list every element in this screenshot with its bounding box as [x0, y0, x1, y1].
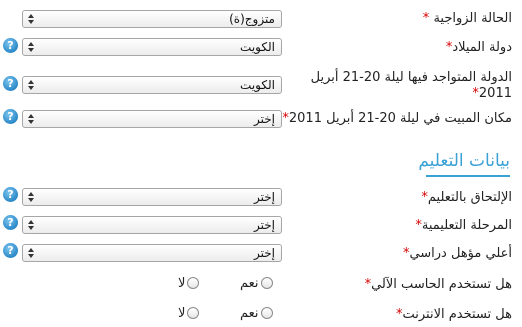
- uses-internet-label: هل تستخدم الانترنت*: [396, 307, 512, 322]
- select-value: إختر: [254, 190, 275, 204]
- overnight-location-select[interactable]: إختر: [22, 110, 282, 128]
- country-on-night-select[interactable]: الكويت: [22, 76, 282, 94]
- overnight-location-label: مكان المبيت في ليلة 20-21 أبريل 2011*: [282, 111, 512, 126]
- help-icon[interactable]: ?: [3, 215, 18, 230]
- select-value: متزوج(ة): [229, 12, 275, 26]
- radio-no[interactable]: لا: [178, 306, 200, 322]
- help-icon[interactable]: ?: [3, 243, 18, 258]
- select-arrows-icon: [28, 114, 34, 124]
- marital-status-select[interactable]: متزوج(ة): [22, 10, 282, 28]
- radio-button[interactable]: [260, 277, 273, 289]
- birth-country-select[interactable]: الكويت: [22, 38, 282, 56]
- select-arrows-icon: [28, 220, 34, 230]
- education-stage-label: المرحلة التعليمية*: [415, 218, 512, 233]
- radio-yes[interactable]: نعم: [240, 276, 273, 292]
- select-value: إختر: [254, 112, 275, 126]
- help-icon[interactable]: ?: [3, 38, 18, 53]
- select-arrows-icon: [28, 80, 34, 90]
- birth-country-label: دولة الميلاد*: [445, 40, 512, 55]
- help-icon[interactable]: ?: [3, 76, 18, 91]
- select-value: الكويت: [240, 40, 275, 54]
- required-mark: *: [422, 11, 430, 26]
- enrollment-select[interactable]: إختر: [22, 188, 282, 206]
- help-icon[interactable]: ?: [3, 109, 18, 124]
- select-value: الكويت: [240, 78, 275, 92]
- highest-qualification-label: أعلي مؤهل دراسي*: [402, 246, 512, 261]
- select-value: إختر: [254, 246, 275, 260]
- highest-qualification-select[interactable]: إختر: [22, 244, 282, 262]
- enrollment-label: الإلتحاق بالتعليم*: [421, 190, 512, 205]
- select-arrows-icon: [28, 42, 34, 52]
- select-value: إختر: [254, 218, 275, 232]
- education-section-title: بيانات التعليم: [418, 151, 510, 171]
- radio-button[interactable]: [187, 307, 200, 319]
- country-on-night-label: الدولة المتواجد فيها ليلة 20-21 أبريل 20…: [310, 70, 512, 101]
- radio-no[interactable]: لا: [178, 276, 200, 292]
- select-arrows-icon: [28, 14, 34, 24]
- select-arrows-icon: [28, 192, 34, 202]
- select-arrows-icon: [28, 248, 34, 258]
- marital-status-label: الحالة الزواجية *: [422, 11, 512, 26]
- radio-button[interactable]: [187, 277, 200, 289]
- section-underline: [426, 175, 510, 177]
- radio-button[interactable]: [260, 307, 273, 319]
- education-stage-select[interactable]: إختر: [22, 216, 282, 234]
- radio-yes[interactable]: نعم: [240, 306, 273, 322]
- help-icon[interactable]: ?: [3, 187, 18, 202]
- uses-computer-label: هل تستخدم الحاسب الآلي*: [364, 277, 512, 292]
